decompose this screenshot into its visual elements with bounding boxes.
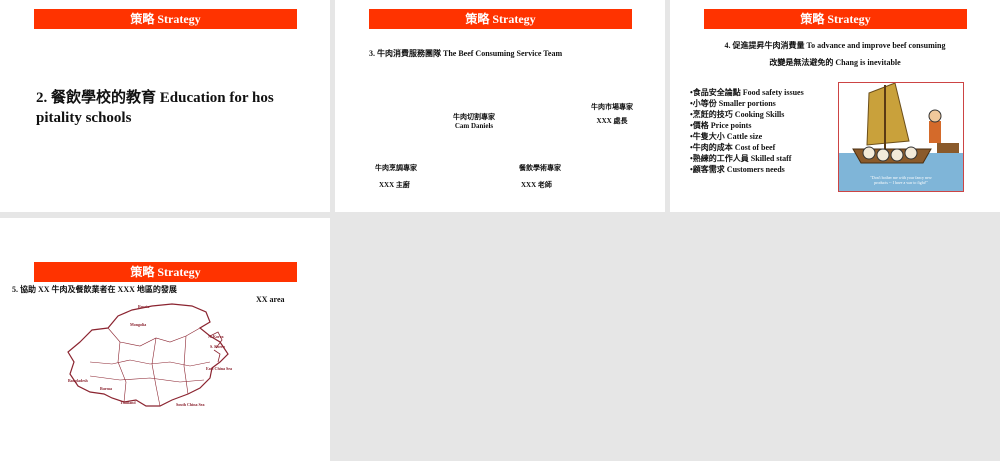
slide2-title: 3. 牛肉消費服務團隊 The Beef Consuming Service T… [369,49,563,58]
heading-line-2: pitality schools [36,110,132,126]
label-mongolia: Mongolia [130,322,147,327]
market-name: XXX 處長 [596,117,628,125]
label-s-korea: S. Korea [210,344,225,349]
bullet-cooking: •烹飪的技巧 Cooking Skills [690,110,785,119]
cooking-expert: 牛肉烹調專家 XXX 主廚 [375,163,417,190]
caption-line-2: products -- I have a war to fight!" [874,180,928,185]
bullet-price: •價格 Price points [690,121,752,130]
art-expert: 餐飲學術專家 XXX 老師 [519,163,561,190]
label-n-korea: N. Korea [208,334,224,339]
slide-banner: 策略 Strategy [369,9,632,29]
slide-1[interactable]: 策略 Strategy 2. 餐飲學校的教育 Education for hos… [0,0,330,212]
label-burma: Burma [100,386,112,391]
slide-3[interactable]: 策略 Strategy 4. 促進提昇牛肉消費量 To advance and … [670,0,1000,212]
bullet-portions: •小等份 Smaller portions [690,99,776,108]
market-expert: 牛肉市場專家 XXX 處長 [591,102,633,126]
cooking-name: XXX 主廚 [379,181,410,189]
bullet-list: •食品安全論點 Food safety issues •小等份 Smaller … [690,87,804,175]
slide-banner: 策略 Strategy [704,9,967,29]
area-label: XX area [256,295,285,304]
bullet-staff: •熟練的工作人員 Skilled staff [690,154,792,163]
cartoon-caption: "Don't bother me with your fancy new pro… [839,175,963,185]
slide-banner: 策略 Strategy [34,9,297,29]
bullet-food-safety: •食品安全論點 Food safety issues [690,88,804,97]
label-russia: Russia [138,304,150,309]
slide-2[interactable]: 策略 Strategy 3. 牛肉消費服務團隊 The Beef Consumi… [335,0,665,212]
slide-4[interactable]: 策略 Strategy 5. 協助 XX 牛肉及餐飲業者在 XXX 地區的發展 … [0,218,330,461]
bullet-cost: •牛肉的成本 Cost of beef [690,143,776,152]
china-map: Russia Mongolia N. Korea S. Korea East C… [60,302,250,412]
cutting-title: 牛肉切割專家 [453,113,495,121]
slide3-title-1: 4. 促進提昇牛肉消費量 To advance and improve beef… [724,41,946,50]
slide3-title-2: 改變是無法避免的 Chang is inevitable [769,58,901,67]
label-south-china-sea: South China Sea [176,402,205,407]
slide1-heading: 2. 餐飲學校的教育 Education for hos pitality sc… [36,88,326,128]
label-east-china-sea: East China Sea [206,366,233,371]
market-title: 牛肉市場專家 [591,103,633,111]
art-title: 餐飲學術專家 [519,164,561,172]
cooking-title: 牛肉烹調專家 [375,164,417,172]
cutting-name: Cam Daniels [454,122,494,130]
art-name: XXX 老師 [521,181,552,189]
heading-line-1: 2. 餐飲學校的教育 Education for hos [36,90,274,106]
label-thailand: Thailand [120,400,136,405]
slide4-title: 5. 協助 XX 牛肉及餐飲業者在 XXX 地區的發展 [12,285,177,294]
bullet-cattle: •牛隻大小 Cattle size [690,132,763,141]
slide-banner: 策略 Strategy [34,262,297,282]
map-outline [67,303,229,407]
cutting-expert: 牛肉切割專家 Cam Daniels [453,112,495,130]
label-bangladesh: Bangladesh [68,378,88,383]
bullet-customers: •顧客需求 Customers needs [690,165,785,174]
cartoon-image: "Don't bother me with your fancy new pro… [838,82,964,192]
